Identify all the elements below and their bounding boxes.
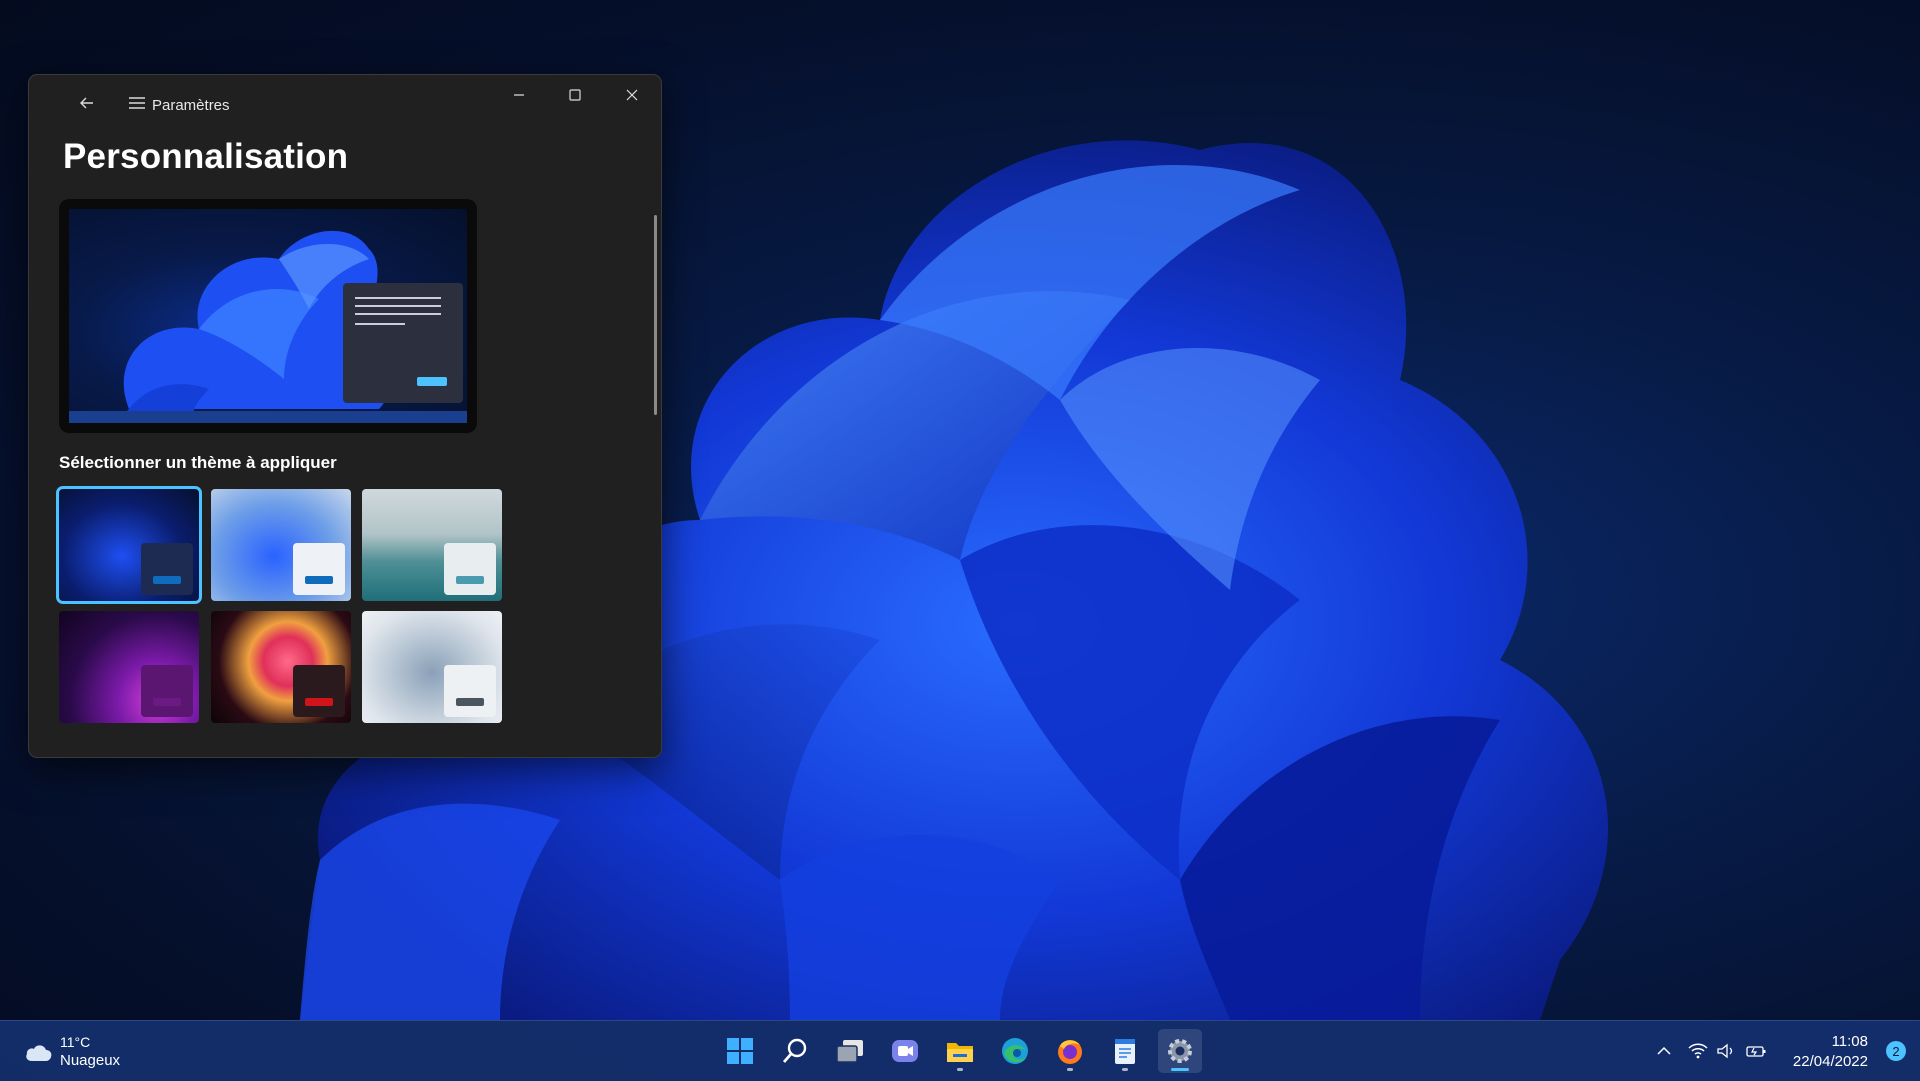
- chevron-up-icon: [1657, 1046, 1671, 1055]
- file-explorer-button[interactable]: [938, 1029, 982, 1073]
- notification-badge[interactable]: 2: [1886, 1041, 1906, 1061]
- task-view-button[interactable]: [828, 1029, 872, 1073]
- active-indicator: [1171, 1068, 1189, 1071]
- theme-section-label: Sélectionner un thème à appliquer: [59, 453, 337, 472]
- settings-button[interactable]: [1158, 1029, 1202, 1073]
- theme-grid: [56, 486, 519, 729]
- running-indicator: [957, 1068, 963, 1071]
- theme-tile-flow[interactable]: [211, 611, 351, 723]
- show-hidden-icons-button[interactable]: [1652, 1039, 1676, 1063]
- theme-tile-preview-card: [141, 543, 193, 595]
- theme-tile-sunrise[interactable]: [362, 611, 502, 723]
- close-icon: [626, 89, 638, 101]
- theme-tile-preview-card: [141, 665, 193, 717]
- theme-tile-preview-card: [293, 665, 345, 717]
- preview-window-card: [343, 283, 463, 403]
- theme-accent-swatch: [456, 698, 484, 706]
- theme-preview: [59, 199, 477, 433]
- back-arrow-icon: [80, 97, 93, 109]
- firefox-icon: [1058, 1040, 1082, 1064]
- theme-tile-glow[interactable]: [362, 489, 502, 601]
- vertical-scrollbar[interactable]: [654, 215, 657, 415]
- theme-accent-swatch: [305, 576, 333, 584]
- hamburger-icon: [129, 97, 145, 109]
- network-button[interactable]: [1686, 1039, 1710, 1063]
- cloud-icon: [26, 1045, 52, 1061]
- notepad-button[interactable]: [1103, 1029, 1147, 1073]
- wifi-icon: [1688, 1043, 1708, 1059]
- maximize-icon: [569, 89, 581, 101]
- back-button[interactable]: [69, 87, 105, 119]
- minimize-button[interactable]: [491, 75, 547, 115]
- menu-button[interactable]: [119, 87, 155, 119]
- theme-tile-preview-card: [444, 665, 496, 717]
- weather-condition: Nuageux: [60, 1052, 121, 1069]
- running-indicator: [1122, 1068, 1128, 1071]
- volume-button[interactable]: [1714, 1039, 1738, 1063]
- clock-date: 22/04/2022: [1792, 1053, 1868, 1070]
- battery-button[interactable]: [1744, 1039, 1768, 1063]
- settings-icon: [1168, 1039, 1192, 1063]
- preview-wallpaper: [69, 209, 467, 411]
- weather-widget[interactable]: 11°C Nuageux: [24, 1033, 120, 1071]
- taskbar: 11°C Nuageux 11:08 22/04/2022 2: [0, 1020, 1920, 1081]
- speaker-icon: [1717, 1043, 1733, 1059]
- theme-accent-swatch: [305, 698, 333, 706]
- firefox-button[interactable]: [1048, 1029, 1092, 1073]
- search-icon: [782, 1038, 807, 1063]
- weather-temperature: 11°C: [60, 1034, 91, 1050]
- start-button[interactable]: [718, 1029, 762, 1073]
- clock-time: 11:08: [1831, 1033, 1868, 1050]
- maximize-button[interactable]: [547, 75, 603, 115]
- theme-tile-preview-card: [293, 543, 345, 595]
- preview-taskbar: [69, 411, 467, 423]
- running-indicator: [1067, 1068, 1073, 1071]
- task-view-icon: [836, 1040, 863, 1063]
- battery-charging-icon: [1746, 1046, 1766, 1057]
- file-explorer-icon: [947, 1043, 973, 1062]
- notepad-icon: [1115, 1039, 1135, 1064]
- settings-window: Paramètres Personnalisation Sélectionner…: [28, 74, 662, 758]
- chat-button[interactable]: [883, 1029, 927, 1073]
- theme-accent-swatch: [153, 698, 181, 706]
- theme-tile-preview-card: [444, 543, 496, 595]
- edge-icon: [1002, 1038, 1028, 1064]
- search-button[interactable]: [773, 1029, 817, 1073]
- clock[interactable]: 11:08 22/04/2022: [1793, 1032, 1868, 1072]
- close-button[interactable]: [604, 75, 660, 115]
- preview-accent-button: [417, 377, 447, 386]
- window-title: Paramètres: [152, 97, 230, 114]
- theme-tile-windows-light[interactable]: [211, 489, 351, 601]
- teams-chat-icon: [892, 1040, 918, 1062]
- theme-accent-swatch: [456, 576, 484, 584]
- title-bar[interactable]: Paramètres: [29, 75, 661, 127]
- edge-button[interactable]: [993, 1029, 1037, 1073]
- start-icon: [727, 1038, 753, 1064]
- theme-accent-swatch: [153, 576, 181, 584]
- page-title: Personnalisation: [63, 137, 349, 176]
- theme-tile-windows-dark[interactable]: [56, 486, 202, 604]
- minimize-icon: [514, 94, 524, 96]
- theme-tile-captured-motion[interactable]: [59, 611, 199, 723]
